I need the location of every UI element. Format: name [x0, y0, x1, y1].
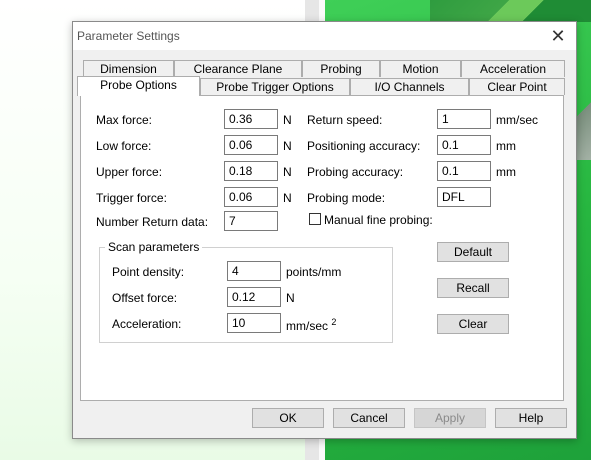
upper-force-label: Upper force:	[96, 165, 163, 179]
trigger-force-label: Trigger force:	[96, 191, 167, 205]
background-3d-wedge	[440, 0, 591, 22]
tab-probing[interactable]: Probing	[302, 60, 380, 77]
scan-acceleration-unit-text: mm/sec	[286, 319, 328, 333]
cancel-button[interactable]: Cancel	[333, 408, 405, 428]
positioning-accuracy-label: Positioning accuracy:	[307, 139, 421, 153]
low-force-input[interactable]	[224, 135, 278, 155]
point-density-input[interactable]	[227, 261, 281, 281]
upper-force-input[interactable]	[224, 161, 278, 181]
parameter-settings-dialog: Parameter Settings ✕ Dimension Clearance…	[72, 21, 577, 439]
positioning-accuracy-input[interactable]	[437, 135, 491, 155]
manual-fine-probing-label: Manual fine probing:	[324, 213, 433, 227]
offset-force-label: Offset force:	[112, 291, 178, 305]
scan-acceleration-unit: mm/sec 2	[286, 317, 336, 333]
offset-force-unit: N	[286, 291, 295, 305]
tab-clearance-plane[interactable]: Clearance Plane	[174, 60, 302, 77]
tab-io-channels[interactable]: I/O Channels	[350, 78, 469, 95]
return-speed-input[interactable]	[437, 109, 491, 129]
apply-button[interactable]: Apply	[414, 408, 486, 428]
max-force-label: Max force:	[96, 113, 153, 127]
point-density-label: Point density:	[112, 265, 185, 279]
positioning-accuracy-unit: mm	[496, 139, 516, 153]
scan-acceleration-label: Acceleration:	[112, 317, 182, 331]
trigger-force-unit: N	[283, 191, 292, 205]
number-return-data-label: Number Return data:	[96, 215, 209, 229]
close-icon[interactable]: ✕	[546, 25, 570, 47]
probing-accuracy-input[interactable]	[437, 161, 491, 181]
low-force-unit: N	[283, 139, 292, 153]
ok-button[interactable]: OK	[252, 408, 324, 428]
probe-options-panel: Max force: N Low force: N Upper force: N…	[80, 95, 564, 401]
tab-dimension[interactable]: Dimension	[83, 60, 174, 77]
scan-parameters-caption: Scan parameters	[105, 240, 203, 254]
probing-mode-input[interactable]	[437, 187, 491, 207]
return-speed-unit: mm/sec	[496, 113, 538, 127]
tab-probe-trigger-options[interactable]: Probe Trigger Options	[200, 78, 350, 95]
max-force-unit: N	[283, 113, 292, 127]
dialog-title: Parameter Settings	[77, 29, 180, 43]
tab-motion[interactable]: Motion	[380, 60, 461, 77]
probing-accuracy-label: Probing accuracy:	[307, 165, 404, 179]
default-button[interactable]: Default	[437, 242, 509, 262]
point-density-unit: points/mm	[286, 265, 342, 279]
upper-force-unit: N	[283, 165, 292, 179]
return-speed-label: Return speed:	[307, 113, 383, 127]
number-return-data-input[interactable]	[224, 211, 278, 231]
probing-accuracy-unit: mm	[496, 165, 516, 179]
max-force-input[interactable]	[224, 109, 278, 129]
scan-acceleration-input[interactable]	[227, 313, 281, 333]
tab-clear-point[interactable]: Clear Point	[469, 78, 565, 95]
help-button[interactable]: Help	[495, 408, 567, 428]
title-bar[interactable]: Parameter Settings ✕	[73, 22, 576, 50]
tab-acceleration[interactable]: Acceleration	[461, 60, 565, 77]
scan-acceleration-unit-exponent: 2	[331, 317, 337, 327]
clear-button[interactable]: Clear	[437, 314, 509, 334]
recall-button[interactable]: Recall	[437, 278, 509, 298]
probing-mode-label: Probing mode:	[307, 191, 386, 205]
offset-force-input[interactable]	[227, 287, 281, 307]
tab-probe-options[interactable]: Probe Options	[77, 76, 200, 96]
manual-fine-probing-checkbox[interactable]	[309, 213, 321, 225]
trigger-force-input[interactable]	[224, 187, 278, 207]
low-force-label: Low force:	[96, 139, 152, 153]
